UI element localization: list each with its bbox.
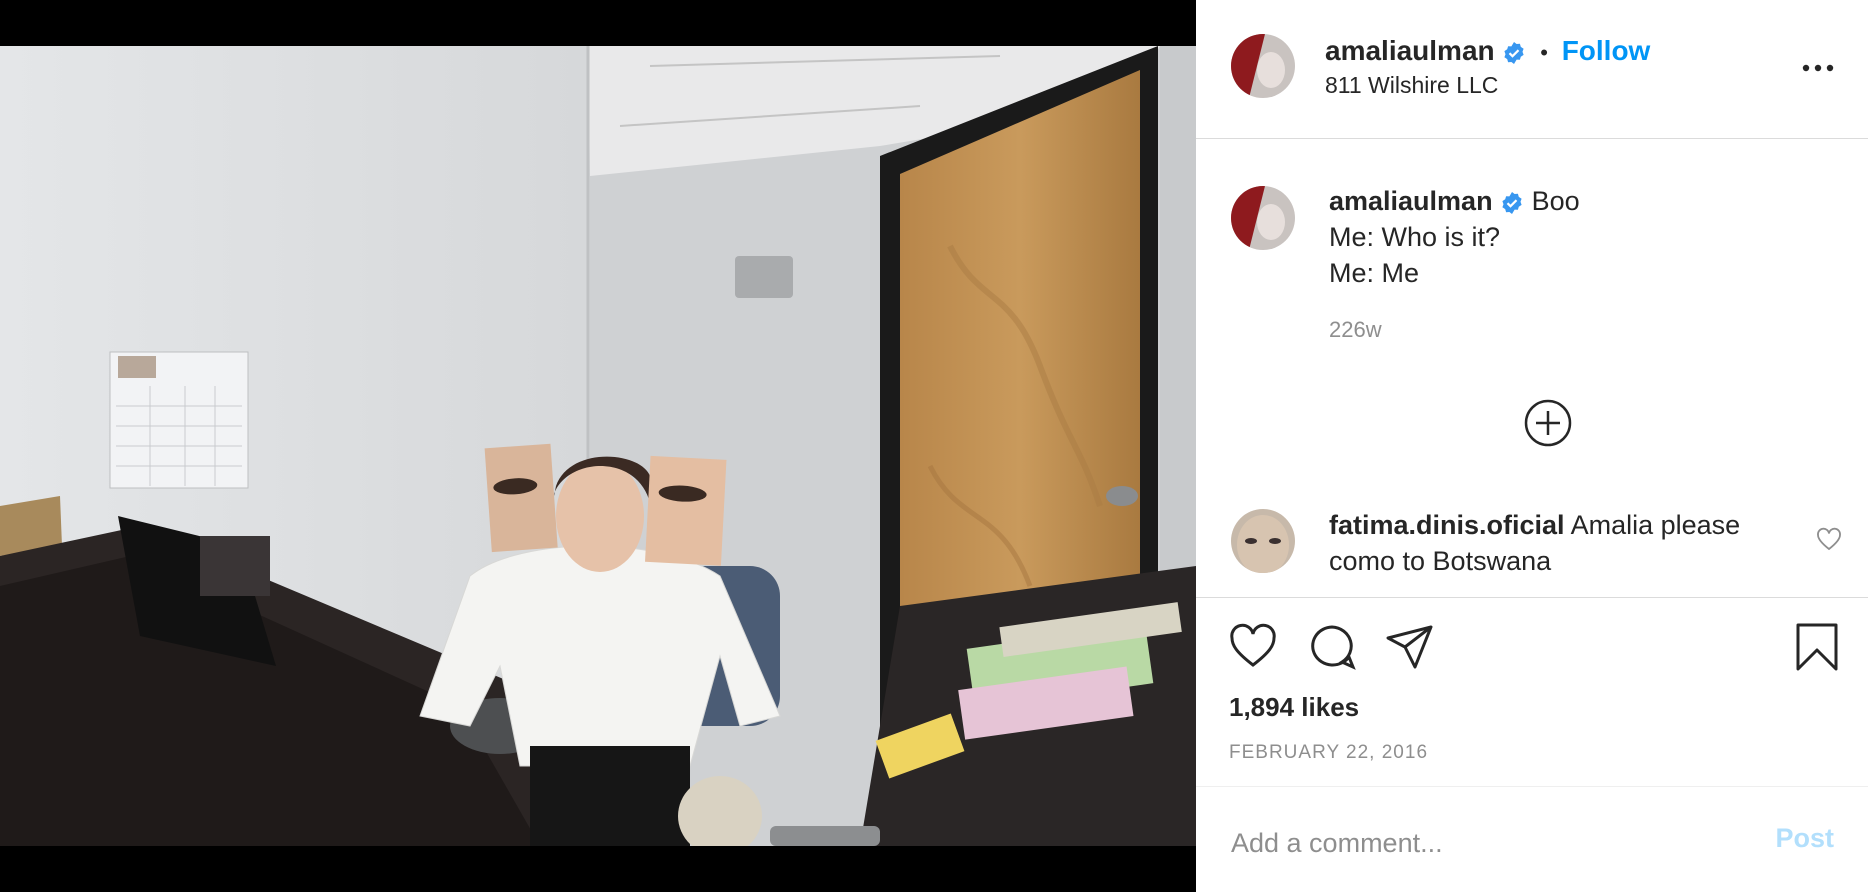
share-send-icon[interactable] [1385,622,1435,672]
post-location[interactable]: 811 Wilshire LLC [1325,72,1498,99]
header-author-line: amaliaulman • Follow [1325,34,1650,70]
comment-bubble-icon[interactable] [1307,622,1357,672]
author-username[interactable]: amaliaulman [1325,35,1495,66]
verified-badge-icon [1504,41,1525,64]
caption-line-1: Boo [1531,186,1580,216]
caption-avatar[interactable] [1231,186,1295,250]
separator-dot: • [1540,40,1548,65]
author-avatar[interactable] [1231,34,1295,98]
post-sidebar: amaliaulman • Follow 811 Wilshire LLC am… [1196,0,1868,892]
post-header: amaliaulman • Follow 811 Wilshire LLC [1196,0,1868,139]
verified-badge-icon [1502,191,1522,214]
like-comment-heart-icon[interactable] [1816,527,1842,553]
likes-count[interactable]: 1,894 likes [1229,692,1359,723]
caption: amaliaulman Boo Me: Who is it? Me: Me [1329,183,1829,291]
add-comment-input[interactable] [1229,818,1733,868]
post-date[interactable]: FEBRUARY 22, 2016 [1229,742,1428,764]
post-comment-button[interactable]: Post [1775,823,1834,854]
follow-button[interactable]: Follow [1562,35,1651,66]
save-bookmark-icon[interactable] [1792,622,1842,672]
like-heart-icon[interactable] [1228,622,1278,672]
post-media[interactable] [0,0,1196,892]
caption-line-2: Me: Who is it? [1329,222,1501,252]
caption-timestamp[interactable]: 226w [1329,317,1382,343]
comment-username[interactable]: fatima.dinis.oficial [1329,510,1565,540]
caption-line-3: Me: Me [1329,258,1420,288]
post-photo[interactable] [0,46,1196,846]
comments-section[interactable]: amaliaulman Boo Me: Who is it? Me: Me 22… [1196,139,1868,597]
load-more-comments-icon[interactable] [1523,398,1573,448]
post-actions: 1,894 likes FEBRUARY 22, 2016 [1196,597,1868,787]
caption-username[interactable]: amaliaulman [1329,186,1493,216]
office-photo [0,46,1196,846]
more-options-icon[interactable] [1798,48,1838,88]
commenter-avatar[interactable] [1231,509,1295,573]
comment: fatima.dinis.oficial Amalia please como … [1329,507,1799,579]
